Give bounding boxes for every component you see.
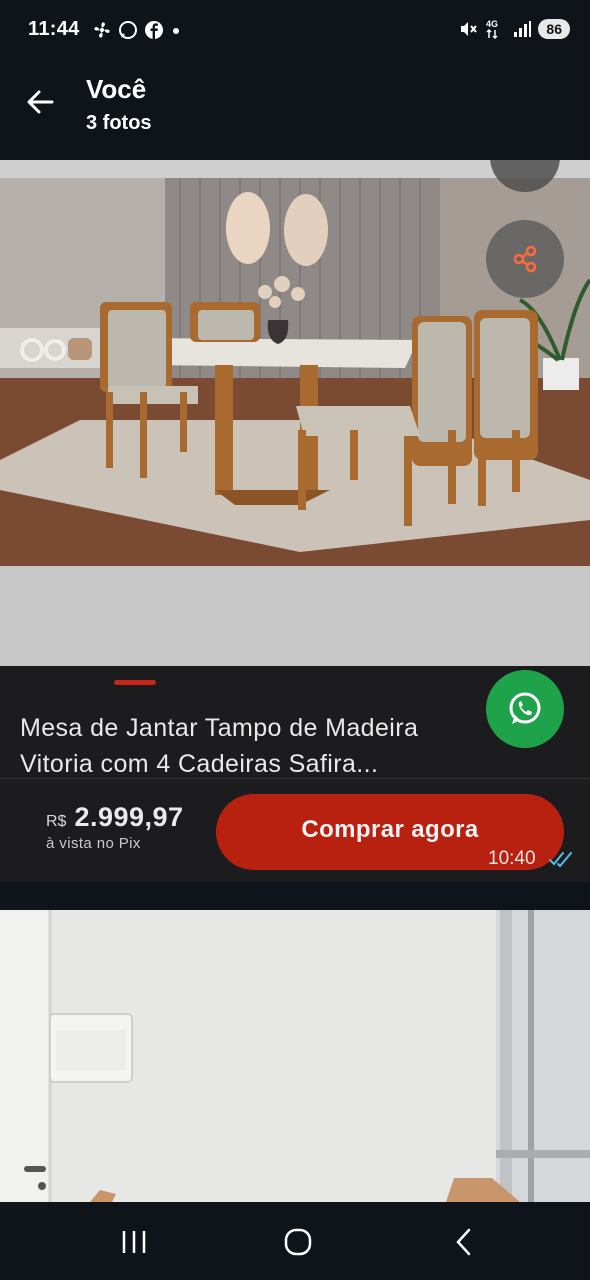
share-button[interactable] xyxy=(486,220,564,298)
whatsapp-icon xyxy=(509,692,541,724)
home-button[interactable] xyxy=(278,1224,318,1260)
recent-apps-button[interactable] xyxy=(114,1224,154,1260)
status-time: 11:44 xyxy=(28,18,80,40)
sender-name: Você xyxy=(86,74,147,104)
photo-count: 3 fotos xyxy=(86,112,152,134)
dot-icon xyxy=(173,28,179,34)
fan-icon xyxy=(94,22,110,38)
carousel-indicator xyxy=(114,680,156,685)
battery-indicator: 86 xyxy=(538,19,570,39)
payment-note: à vista no Pix xyxy=(46,835,141,852)
back-nav-button[interactable] xyxy=(444,1224,484,1260)
back-button[interactable] xyxy=(20,82,60,122)
share-icon xyxy=(513,245,537,273)
price: 2.999,97 xyxy=(74,802,184,832)
facebook-icon xyxy=(145,21,163,39)
recent-apps-icon xyxy=(122,1231,146,1253)
room-photo[interactable] xyxy=(0,910,590,1202)
currency: R$ xyxy=(46,813,67,830)
signal-icon xyxy=(514,21,532,37)
whatsapp-button[interactable] xyxy=(486,670,564,748)
whatsapp-icon xyxy=(119,21,137,39)
status-right-icons: 4G 86 xyxy=(458,18,570,40)
media-list: Mesa de Jantar Tampo de Madeira Vitoria … xyxy=(0,148,590,1202)
room-image xyxy=(0,910,590,1202)
image-bottom-band xyxy=(0,566,590,666)
product-card[interactable]: Mesa de Jantar Tampo de Madeira Vitoria … xyxy=(0,666,590,882)
system-nav-bar xyxy=(0,1202,590,1280)
notification-icons xyxy=(92,20,182,40)
price-block: R$ 2.999,97 à vista no Pix xyxy=(46,802,184,852)
dining-room-image xyxy=(0,160,590,566)
home-icon xyxy=(284,1228,312,1256)
chevron-left-icon xyxy=(456,1228,471,1256)
data-icon: 4G xyxy=(486,19,498,40)
arrow-left-icon xyxy=(27,90,54,114)
viewer-header: Você 3 fotos xyxy=(0,60,590,148)
read-receipt-icon xyxy=(549,852,572,868)
svg-text:4G: 4G xyxy=(486,19,498,29)
product-photo[interactable] xyxy=(0,160,590,566)
product-title: Mesa de Jantar Tampo de Madeira Vitoria … xyxy=(20,714,419,778)
card-divider xyxy=(0,778,590,779)
status-bar: 11:44 4G 86 xyxy=(0,0,590,60)
mute-icon xyxy=(461,22,478,36)
message-time: 10:40 xyxy=(488,848,536,869)
